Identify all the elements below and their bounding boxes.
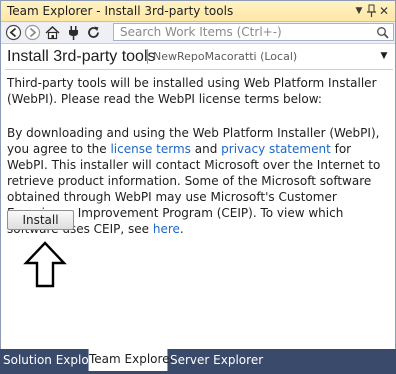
toolbar bbox=[1, 22, 395, 44]
page-header: Install 3rd-party tools NewRepoMacoratti… bbox=[1, 44, 395, 70]
license-terms-link[interactable]: license terms bbox=[110, 142, 190, 156]
tab-server-explorer[interactable]: Server Explorer bbox=[170, 351, 263, 369]
pin-icon[interactable] bbox=[364, 3, 378, 19]
privacy-statement-link[interactable]: privacy statement bbox=[221, 142, 331, 156]
license-text-and: and bbox=[190, 142, 222, 156]
forward-icon[interactable] bbox=[24, 24, 41, 41]
search-input[interactable] bbox=[114, 24, 372, 40]
header-separator bbox=[147, 49, 148, 64]
window-title: Team Explorer - Install 3rd-party tools bbox=[7, 4, 234, 18]
title-bar: Team Explorer - Install 3rd-party tools … bbox=[1, 1, 395, 22]
title-controls: ▼ ✕ bbox=[351, 3, 391, 19]
repository-context[interactable]: NewRepoMacoratti (Local) bbox=[153, 50, 297, 64]
header-divider bbox=[5, 69, 393, 70]
connect-icon[interactable] bbox=[65, 24, 82, 41]
bottom-tab-bar: Solution Explorer Team Explorer Server E… bbox=[0, 349, 396, 374]
tab-team-explorer[interactable]: Team Explorer bbox=[88, 349, 175, 371]
license-text-end: . bbox=[179, 222, 184, 236]
search-icon[interactable] bbox=[375, 25, 391, 39]
team-explorer-window: Team Explorer - Install 3rd-party tools … bbox=[0, 0, 396, 374]
up-arrow-icon bbox=[23, 241, 67, 288]
page-title: Install 3rd-party tools bbox=[7, 48, 156, 65]
intro-paragraph: Third-party tools will be installed usin… bbox=[7, 76, 377, 106]
tab-solution-explorer[interactable]: Solution Explorer bbox=[3, 351, 106, 369]
back-icon[interactable] bbox=[5, 24, 22, 41]
install-button[interactable]: Install bbox=[7, 210, 74, 230]
close-icon[interactable]: ✕ bbox=[377, 3, 391, 19]
page-menu-dropdown-icon[interactable]: ▼ bbox=[379, 50, 389, 62]
ceip-here-link[interactable]: here bbox=[153, 222, 180, 236]
home-icon[interactable] bbox=[44, 24, 61, 41]
refresh-icon[interactable] bbox=[85, 24, 102, 41]
search-box bbox=[113, 23, 394, 41]
